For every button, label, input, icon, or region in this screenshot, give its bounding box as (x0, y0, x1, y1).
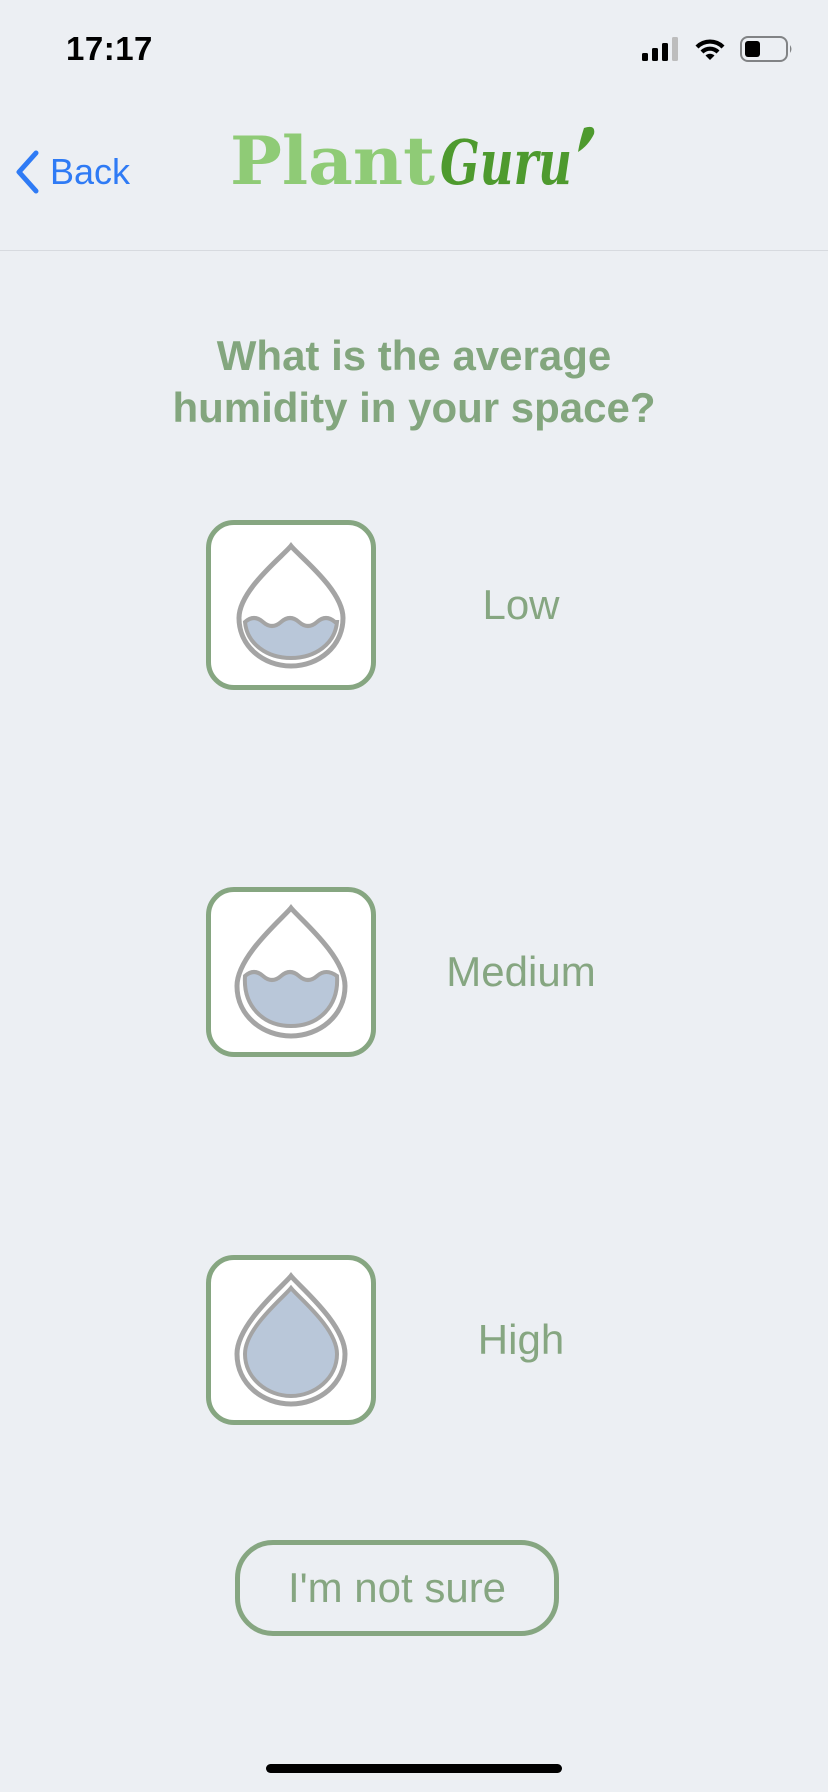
nav-bar: Back Plant Guru (0, 110, 828, 251)
option-low[interactable]: Low (206, 520, 646, 690)
question-line-1: What is the average (216, 332, 612, 379)
back-label: Back (50, 151, 131, 192)
back-button[interactable]: Back (14, 150, 130, 194)
logo-text-guru: Guru (440, 126, 572, 199)
logo-text-plant: Plant (230, 122, 436, 200)
home-indicator (266, 1764, 562, 1773)
plantguru-logo: Plant Guru (230, 122, 595, 200)
status-icons (642, 36, 794, 62)
option-high[interactable]: High (206, 1255, 646, 1425)
medium-humidity-drop-icon (234, 904, 348, 1039)
option-high-tile[interactable] (206, 1255, 376, 1425)
option-low-label: Low (482, 581, 560, 628)
status-time: 17:17 (66, 30, 153, 67)
chevron-left-icon (16, 150, 39, 194)
question-line-2: humidity in your space? (172, 384, 656, 431)
option-high-label: High (477, 1316, 565, 1363)
battery-icon (740, 36, 792, 62)
signal-icon (642, 37, 678, 61)
wifi-icon (695, 39, 725, 60)
status-bar: 17:17 (0, 0, 828, 100)
option-low-tile[interactable] (206, 520, 376, 690)
high-humidity-drop-icon (234, 1272, 348, 1407)
option-medium[interactable]: Medium (206, 887, 646, 1057)
question-heading: What is the average humidity in your spa… (0, 330, 828, 434)
leaf-icon (578, 126, 595, 152)
option-medium-label: Medium (446, 948, 596, 995)
not-sure-button[interactable]: I'm not sure (235, 1540, 559, 1636)
low-humidity-drop-icon (236, 542, 346, 669)
option-medium-tile[interactable] (206, 887, 376, 1057)
